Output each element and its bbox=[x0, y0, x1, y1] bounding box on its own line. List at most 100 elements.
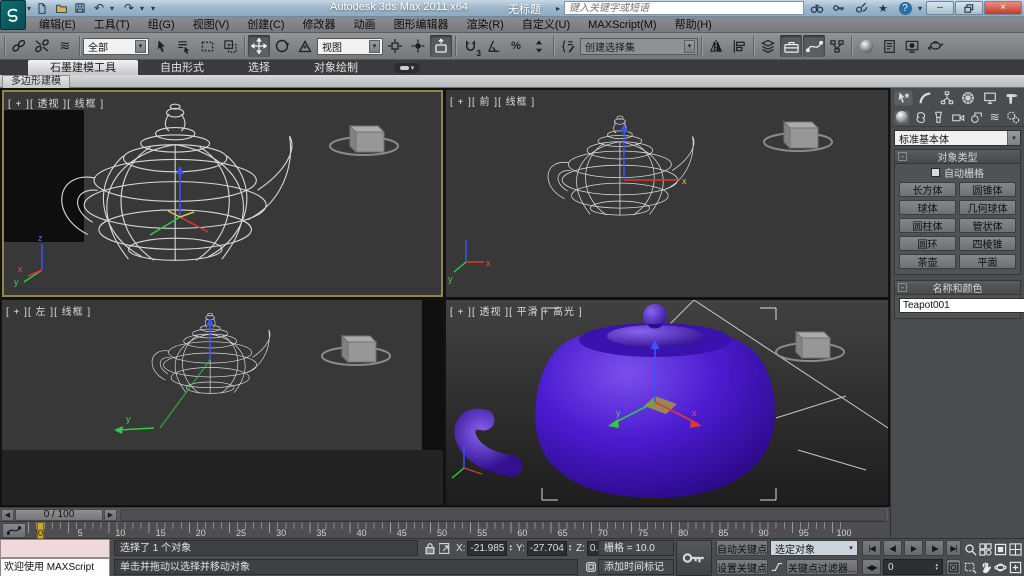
tab-hierarchy-icon[interactable] bbox=[936, 89, 957, 107]
restore-button[interactable] bbox=[955, 1, 983, 15]
selection-lock-icon[interactable] bbox=[421, 540, 438, 556]
viewcube[interactable] bbox=[764, 122, 832, 151]
zoom-region-icon[interactable] bbox=[963, 558, 978, 576]
zoom-icon[interactable] bbox=[963, 540, 978, 558]
track-bar-ruler[interactable]: 0 51015202530354045505560657075808590951… bbox=[28, 522, 888, 539]
material-editor-icon[interactable] bbox=[855, 35, 877, 57]
maxscript-macro-recorder[interactable] bbox=[0, 539, 110, 558]
sphere-button[interactable]: 球体 bbox=[899, 200, 956, 215]
select-and-move-icon[interactable] bbox=[248, 35, 270, 57]
select-object-icon[interactable] bbox=[150, 35, 172, 57]
play-button[interactable]: ▶ bbox=[904, 540, 923, 556]
geosphere-button[interactable]: 几何球体 bbox=[959, 200, 1016, 215]
tab-display-icon[interactable] bbox=[980, 89, 1001, 107]
primitive-category-dropdown[interactable]: 标准基本体 ▾ bbox=[894, 130, 1021, 146]
communication-center-icon[interactable] bbox=[852, 1, 870, 15]
box-button[interactable]: 长方体 bbox=[899, 182, 956, 197]
ribbon-tab-object-paint[interactable]: 对象绘制 bbox=[292, 60, 380, 75]
select-and-scale-icon[interactable] bbox=[294, 35, 316, 57]
zoom-extents-all-icon[interactable] bbox=[1008, 540, 1023, 558]
viewport-top-right[interactable]: x x y [ + ][ 前 ][ 线框 ] bbox=[446, 90, 888, 297]
search-binoculars-icon[interactable] bbox=[808, 1, 826, 15]
viewcube[interactable] bbox=[322, 336, 390, 365]
menu-rendering[interactable]: 渲染(R) bbox=[458, 17, 513, 33]
ribbon-tab-graphite[interactable]: 石墨建模工具 bbox=[28, 60, 138, 75]
sign-in-key-icon[interactable] bbox=[830, 1, 848, 15]
key-filter-set-dropdown[interactable]: 选定对象 ▾ bbox=[770, 540, 858, 556]
orbit-icon[interactable] bbox=[993, 558, 1008, 576]
y-value-input[interactable] bbox=[527, 541, 567, 556]
select-and-manipulate-icon[interactable] bbox=[407, 35, 429, 57]
viewport-label-top-right[interactable]: [ + ][ 前 ][ 线框 ] bbox=[450, 93, 535, 108]
bind-to-space-warp-icon[interactable]: ≋ bbox=[54, 35, 76, 57]
pan-hand-icon[interactable] bbox=[978, 558, 993, 576]
absolute-mode-transform-icon[interactable] bbox=[437, 540, 454, 556]
ribbon-tab-freeform[interactable]: 自由形式 bbox=[138, 60, 226, 75]
save-file-icon[interactable] bbox=[72, 1, 88, 15]
search-input[interactable] bbox=[564, 1, 804, 15]
viewport-label-top-left[interactable]: [ + ][ 透视 ][ 线框 ] bbox=[8, 95, 104, 110]
time-slider-forward-icon[interactable]: ▶ bbox=[104, 509, 117, 521]
tab-utilities-icon[interactable] bbox=[1001, 89, 1022, 107]
category-lights-icon[interactable] bbox=[930, 109, 948, 126]
viewport-label-bottom-right[interactable]: [ + ][ 透视 ][ 平滑 + 高光 ] bbox=[450, 303, 583, 318]
menu-views[interactable]: 视图(V) bbox=[184, 17, 239, 33]
torus-button[interactable]: 圆环 bbox=[899, 236, 956, 251]
mirror-icon[interactable] bbox=[705, 35, 727, 57]
add-time-tag[interactable]: 添加时间标记 bbox=[598, 559, 674, 575]
maxscript-mini-listener[interactable]: 欢迎使用 MAXScript bbox=[0, 558, 110, 576]
maximize-viewport-toggle-icon[interactable] bbox=[1008, 558, 1023, 576]
rendered-frame-window-icon[interactable] bbox=[901, 35, 923, 57]
object-name-input[interactable] bbox=[899, 298, 1024, 313]
category-space-warps-icon[interactable]: ≋ bbox=[986, 109, 1004, 126]
align-icon[interactable] bbox=[728, 35, 750, 57]
tube-button[interactable]: 管状体 bbox=[959, 218, 1016, 233]
plane-button[interactable]: 平面 bbox=[959, 254, 1016, 269]
schematic-view-icon[interactable] bbox=[826, 35, 848, 57]
frame-spinner[interactable]: ▴▾ bbox=[935, 563, 938, 571]
window-crossing-icon[interactable] bbox=[219, 35, 241, 57]
menu-customize[interactable]: 自定义(U) bbox=[513, 17, 579, 33]
ribbon-minimize-button[interactable]: ▾ bbox=[394, 63, 420, 73]
help-icon[interactable]: ? bbox=[896, 1, 914, 15]
application-menu-arrow-icon[interactable]: ▾ bbox=[27, 4, 31, 13]
close-button[interactable]: × bbox=[984, 1, 1022, 15]
current-frame-marker[interactable]: 0 bbox=[37, 522, 44, 539]
viewport-bottom-left[interactable]: y [ + ][ 左 ][ 线框 ] bbox=[2, 300, 443, 505]
cone-button[interactable]: 圆锥体 bbox=[959, 182, 1016, 197]
edit-named-selection-sets-icon[interactable] bbox=[557, 35, 579, 57]
rectangular-selection-region-icon[interactable] bbox=[196, 35, 218, 57]
curve-editor-icon[interactable] bbox=[803, 35, 825, 57]
key-mode-toggle-button[interactable]: ◀▶ bbox=[862, 559, 881, 575]
viewcube[interactable] bbox=[776, 332, 844, 361]
zoom-all-icon[interactable] bbox=[978, 540, 993, 558]
render-setup-icon[interactable] bbox=[878, 35, 900, 57]
set-key-button[interactable]: 设置关键点 bbox=[716, 559, 768, 575]
graphite-modeling-tools-toggle-icon[interactable] bbox=[780, 35, 802, 57]
current-frame-field[interactable]: 0 ▴▾ bbox=[883, 559, 943, 575]
menu-tools[interactable]: 工具(T) bbox=[85, 17, 139, 33]
mini-curve-editor-button[interactable] bbox=[2, 523, 26, 538]
layer-manager-icon[interactable] bbox=[757, 35, 779, 57]
toolbar-customize-icon[interactable]: ▾ bbox=[151, 4, 159, 13]
teapot-button[interactable]: 茶壶 bbox=[899, 254, 956, 269]
undo-icon[interactable]: ↶ bbox=[91, 1, 107, 15]
help-flyout-icon[interactable]: ▾ bbox=[918, 4, 922, 13]
favorites-star-icon[interactable]: ★ bbox=[874, 1, 892, 15]
key-filters-button[interactable]: 关键点过滤器... bbox=[786, 559, 858, 575]
menu-animation[interactable]: 动画 bbox=[345, 17, 385, 33]
x-value-input[interactable] bbox=[467, 541, 507, 556]
time-slider-track[interactable] bbox=[120, 509, 886, 521]
name-color-rollout-header[interactable]: - 名称和颜色 bbox=[895, 281, 1020, 295]
unlink-selection-icon[interactable] bbox=[31, 35, 53, 57]
viewport-top-left[interactable]: z y x [ + ][ 透视 ][ 线框 ] bbox=[2, 90, 443, 297]
cylinder-button[interactable]: 圆柱体 bbox=[899, 218, 956, 233]
search-expander-icon[interactable]: ▸ bbox=[556, 4, 560, 13]
next-frame-button[interactable]: |▶ bbox=[925, 540, 944, 556]
category-systems-icon[interactable] bbox=[1004, 109, 1022, 126]
go-to-start-button[interactable]: |◀ bbox=[862, 540, 881, 556]
object-type-rollout-header[interactable]: - 对象类型 bbox=[895, 150, 1020, 164]
autogrid-checkbox[interactable] bbox=[931, 168, 940, 177]
use-pivot-point-icon[interactable] bbox=[384, 35, 406, 57]
previous-frame-button[interactable]: ◀| bbox=[883, 540, 902, 556]
